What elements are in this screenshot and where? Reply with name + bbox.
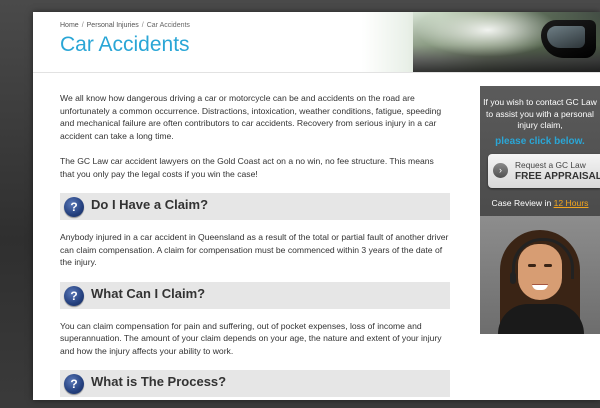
appraisal-button-line2: FREE APPRAISAL bbox=[515, 171, 600, 182]
section-heading-what-claim: ? What Can I Claim? bbox=[60, 281, 450, 309]
breadcrumb-home[interactable]: Home bbox=[60, 22, 79, 29]
section-heading-claim: ? Do I Have a Claim? bbox=[60, 193, 450, 220]
arrow-right-icon: › bbox=[493, 163, 508, 178]
section-title: Do I Have a Claim? bbox=[91, 197, 209, 212]
free-appraisal-button[interactable]: › Request a GC Law FREE APPRAISAL bbox=[488, 154, 600, 188]
sidebar-panel: If you wish to contact GC Law to assist … bbox=[480, 86, 600, 334]
page-title: Car Accidents bbox=[60, 33, 190, 56]
breadcrumb: Home / Personal Injuries / Car Accidents bbox=[60, 22, 190, 29]
case-review-prefix: Case Review in bbox=[491, 198, 552, 208]
sidebar-cta-link[interactable]: please click below. bbox=[480, 136, 600, 147]
appraisal-button-line1: Request a GC Law bbox=[515, 160, 586, 170]
contact-sidebar: If you wish to contact GC Law to assist … bbox=[480, 86, 600, 334]
main-content: We all know how dangerous driving a car … bbox=[60, 92, 450, 408]
page-header: Home / Personal Injuries / Car Accidents Car… bbox=[33, 12, 600, 73]
case-review-highlight[interactable]: 12 Hours bbox=[554, 198, 589, 208]
section-title: What is The Process? bbox=[91, 374, 227, 389]
breadcrumb-separator: / bbox=[81, 22, 84, 29]
section-heading-process: ? What is The Process? bbox=[60, 370, 450, 397]
microphone-icon bbox=[510, 272, 516, 284]
intro-paragraph-1: We all know how dangerous driving a car … bbox=[60, 93, 442, 141]
sidebar-contact-text: If you wish to contact GC Law to assist … bbox=[483, 97, 597, 130]
section-body-claim: Anybody injured in a car accident in Que… bbox=[60, 232, 449, 267]
section-title: What Can I Claim? bbox=[91, 285, 206, 301]
question-icon: ? bbox=[64, 285, 84, 306]
car-mirror-glass bbox=[547, 26, 585, 48]
section-body-what-claim: You can claim compensation for pain and … bbox=[60, 320, 442, 356]
breadcrumb-separator: / bbox=[141, 22, 144, 29]
support-agent-photo bbox=[480, 216, 600, 334]
question-icon: ? bbox=[64, 374, 84, 394]
breadcrumb-personal-injuries[interactable]: Personal Injuries bbox=[87, 22, 139, 29]
case-review-text: Case Review in 12 Hours bbox=[480, 198, 600, 208]
breadcrumb-current: Car Accidents bbox=[146, 22, 190, 29]
agent-shirt bbox=[498, 304, 584, 334]
question-icon: ? bbox=[64, 197, 84, 217]
intro-paragraph-2: The GC Law car accident lawyers on the G… bbox=[60, 156, 434, 179]
